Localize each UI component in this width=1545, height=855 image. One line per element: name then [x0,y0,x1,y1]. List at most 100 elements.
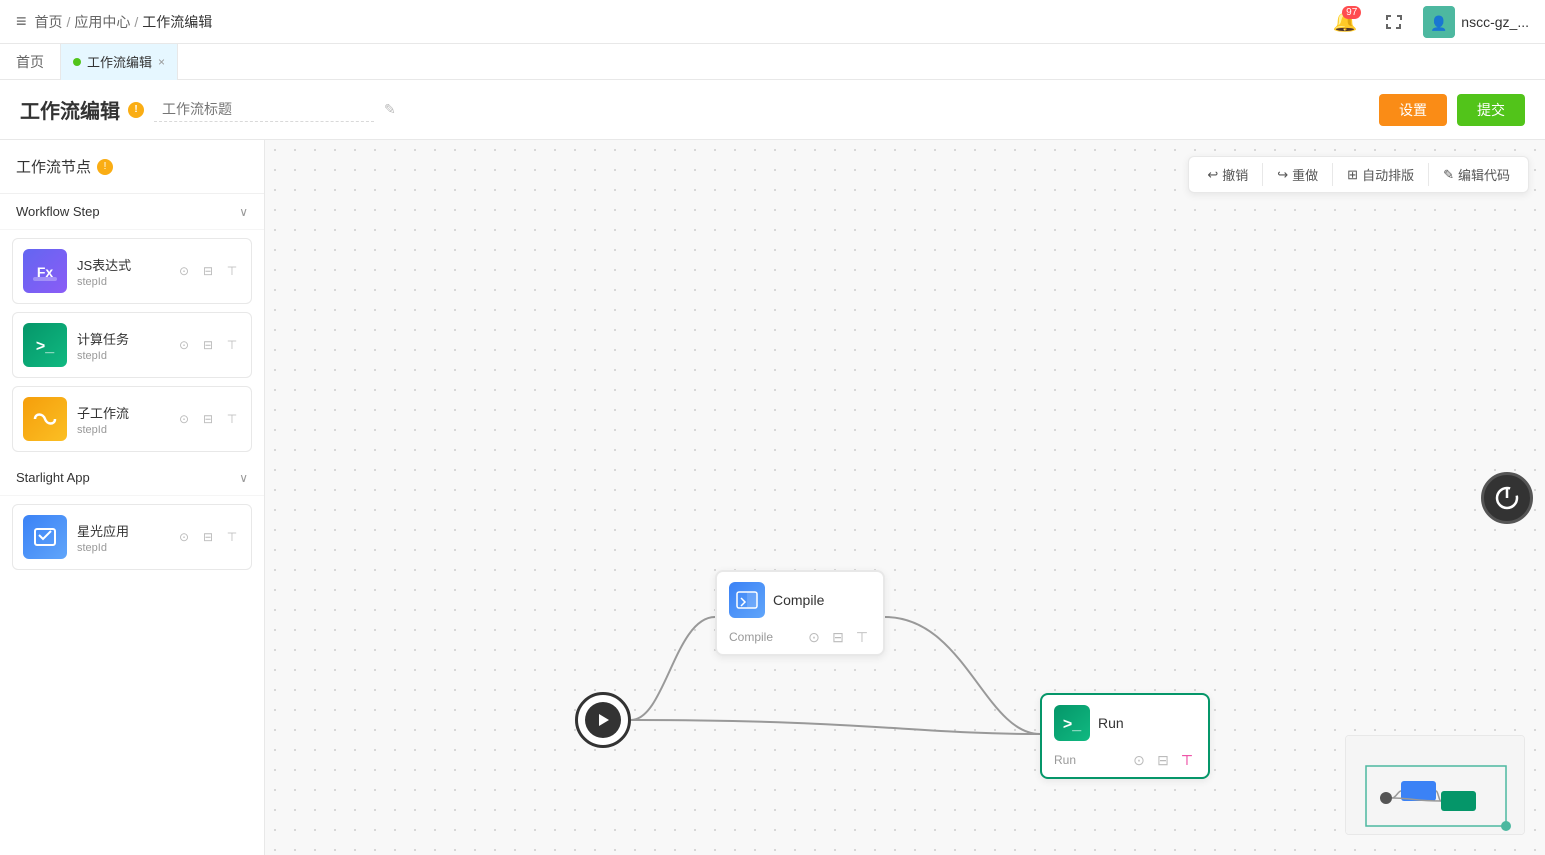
svg-text:>_: >_ [1063,716,1082,733]
node-sub-actions: ⊙ ⊟ ⊤ [175,410,241,428]
run-action-eye[interactable]: ⊙ [1130,751,1148,769]
node-calc-info: 计算任务 stepId [77,329,165,362]
chevron-down-icon: ∨ [239,205,248,219]
node-calc-id: stepId [77,350,165,362]
run-svg-icon: >_ [1060,711,1084,735]
undo-button[interactable]: ↩ 撤销 [1197,161,1258,188]
play-icon [593,710,613,730]
tab-workflow-editor[interactable]: 工作流编辑 × [61,44,178,80]
node-calc-action-tag[interactable]: ⊤ [223,336,241,354]
username-label: nscc-gz_... [1461,14,1529,30]
node-calc-actions: ⊙ ⊟ ⊤ [175,336,241,354]
compile-node-footer: Compile ⊙ ⊟ ⊤ [717,624,883,654]
breadcrumb-home[interactable]: 首页 [35,12,63,32]
node-sub-action-grid[interactable]: ⊟ [199,410,217,428]
compile-svg-icon [735,588,759,612]
node-js-action-grid[interactable]: ⊟ [199,262,217,280]
edit-icon[interactable]: ✎ [384,101,396,118]
node-star-action-tag[interactable]: ⊤ [223,528,241,546]
redo-button[interactable]: ↪ 重做 [1267,161,1328,188]
tab-home-label: 首页 [16,52,44,72]
redo-label: 重做 [1292,165,1318,184]
node-js-name: JS表达式 [77,255,165,274]
node-calc-icon: >_ [23,323,67,367]
mini-map [1345,735,1525,835]
node-calc-action-eye[interactable]: ⊙ [175,336,193,354]
sidebar-header: 工作流节点 ! [0,140,264,194]
compile-action-eye[interactable]: ⊙ [805,628,823,646]
mini-map-svg [1346,736,1525,835]
node-star-action-grid[interactable]: ⊟ [199,528,217,546]
start-node[interactable] [575,692,631,748]
node-calc-action-grid[interactable]: ⊟ [199,336,217,354]
node-calc-task[interactable]: >_ 计算任务 stepId ⊙ ⊟ ⊤ [12,312,252,378]
tab-home[interactable]: 首页 [0,44,61,80]
sidebar-info-icon[interactable]: ! [97,159,113,175]
calc-svg-icon: >_ [31,331,59,359]
workflow-title-input[interactable] [154,97,374,122]
canvas-node-run[interactable]: >_ Run Run ⊙ ⊟ ⊤ [1040,693,1210,779]
sidebar: 工作流节点 ! Workflow Step ∨ Fx JS表达式 stepId [0,140,265,855]
node-calc-name: 计算任务 [77,329,165,348]
edit-code-button[interactable]: ✎ 编辑代码 [1433,161,1520,188]
run-node-header: >_ Run [1042,695,1208,747]
hamburger-menu-icon[interactable]: ≡ [16,11,27,32]
avatar-image: 👤 [1423,6,1455,38]
workflow-title: 工作流编辑 ! [20,95,144,124]
node-star-app[interactable]: 星光应用 stepId ⊙ ⊟ ⊤ [12,504,252,570]
notification-badge: 97 [1342,6,1361,19]
submit-button[interactable]: 提交 [1457,94,1525,126]
compile-node-title: Compile [773,592,824,608]
edit-code-label: 编辑代码 [1458,165,1510,184]
breadcrumb-app-center[interactable]: 应用中心 [74,12,130,32]
settings-button[interactable]: 设置 [1379,94,1447,126]
top-navbar: ≡ 首页 / 应用中心 / 工作流编辑 🔔 97 👤 nscc-g [0,0,1545,44]
node-star-action-eye[interactable]: ⊙ [175,528,193,546]
svg-text:👤: 👤 [1431,15,1448,32]
breadcrumb-sep1: / [67,14,71,30]
canvas-toolbar: ↩ 撤销 ↪ 重做 ⊞ 自动排版 ✎ 编辑代码 [1188,156,1529,193]
starlight-chevron-down-icon: ∨ [239,471,248,485]
tab-workflow-label: 工作流编辑 [87,52,152,71]
tab-close-button[interactable]: × [158,55,165,69]
node-sub-name: 子工作流 [77,403,165,422]
section-workflow-step[interactable]: Workflow Step ∨ [0,194,264,230]
redo-icon: ↪ [1277,167,1288,183]
run-action-tag[interactable]: ⊤ [1178,751,1196,769]
breadcrumb-current: 工作流编辑 [142,12,212,32]
workflow-canvas[interactable]: ↩ 撤销 ↪ 重做 ⊞ 自动排版 ✎ 编辑代码 [265,140,1545,855]
workflow-info-icon[interactable]: ! [128,102,144,118]
user-avatar[interactable]: 👤 nscc-gz_... [1423,6,1529,38]
main-content: 工作流节点 ! Workflow Step ∨ Fx JS表达式 stepId [0,140,1545,855]
compile-action-grid[interactable]: ⊟ [829,628,847,646]
mini-map-canvas [1346,736,1524,834]
node-sub-workflow[interactable]: 子工作流 stepId ⊙ ⊟ ⊤ [12,386,252,452]
node-star-actions: ⊙ ⊟ ⊤ [175,528,241,546]
section-starlight-app[interactable]: Starlight App ∨ [0,460,264,496]
node-js-action-tag[interactable]: ⊤ [223,262,241,280]
compile-node-actions: ⊙ ⊟ ⊤ [805,628,871,646]
compile-action-tag[interactable]: ⊤ [853,628,871,646]
avatar-icon: 👤 [1423,6,1455,38]
auto-layout-button[interactable]: ⊞ 自动排版 [1337,161,1424,188]
node-js-expression[interactable]: Fx JS表达式 stepId ⊙ ⊟ ⊤ [12,238,252,304]
run-node-title: Run [1098,715,1124,731]
compile-node-header: Compile [717,572,883,624]
power-button[interactable] [1481,472,1533,524]
canvas-node-compile[interactable]: Compile Compile ⊙ ⊟ ⊤ [715,570,885,656]
run-node-subtitle: Run [1054,753,1076,767]
section-workflow-step-label: Workflow Step [16,204,100,219]
node-js-action-eye[interactable]: ⊙ [175,262,193,280]
title-actions: 设置 提交 [1379,94,1525,126]
run-action-grid[interactable]: ⊟ [1154,751,1172,769]
run-node-icon: >_ [1054,705,1090,741]
notification-button[interactable]: 🔔 97 [1327,4,1363,40]
run-node-footer: Run ⊙ ⊟ ⊤ [1042,747,1208,777]
start-node-inner [585,702,621,738]
undo-icon: ↩ [1207,167,1218,183]
node-sub-action-tag[interactable]: ⊤ [223,410,241,428]
fullscreen-button[interactable] [1375,4,1411,40]
breadcrumb-sep2: / [134,14,138,30]
node-star-info: 星光应用 stepId [77,521,165,554]
node-sub-action-eye[interactable]: ⊙ [175,410,193,428]
